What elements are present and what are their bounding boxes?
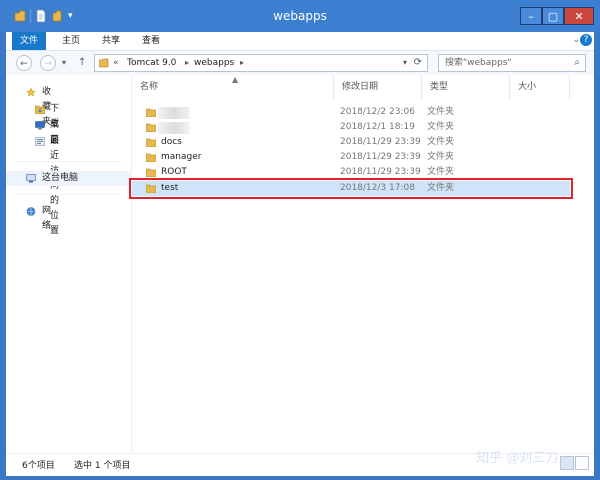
column-label-date: 修改日期 <box>342 82 379 92</box>
file-name: ROOT <box>161 167 187 177</box>
file-list: 名称 ▲ 修改日期 类型 大小 2018/12/2 23:06 文件夹 2018… <box>129 75 594 453</box>
column-label-type: 类型 <box>430 82 449 92</box>
folder-icon <box>99 58 109 68</box>
table-row[interactable]: docs 2018/11/29 23:39 文件夹 <box>132 135 570 150</box>
explorer-window: ▾ webapps – ▢ ✕ 文件 主页 共享 查看 ⌄ ? ← → ▾ ↑ … <box>0 0 600 480</box>
search-icon[interactable]: ⌕ <box>574 56 580 70</box>
folder-icon <box>146 168 156 177</box>
window-title: webapps <box>273 9 327 23</box>
column-label-name: 名称 <box>140 82 159 92</box>
file-type: 文件夹 <box>427 137 455 147</box>
column-label-size: 大小 <box>518 82 537 92</box>
table-row[interactable]: manager 2018/11/29 23:39 文件夹 <box>132 150 570 165</box>
chevron-down-icon[interactable]: ⌄ <box>572 35 580 45</box>
table-row[interactable]: 2018/12/2 23:06 文件夹 <box>132 105 570 120</box>
address-bar[interactable]: « Tomcat 9.0 ▸ webapps ▸ ▾ ⟳ <box>94 54 428 72</box>
recent-locations-icon[interactable]: ▾ <box>62 55 74 71</box>
file-date: 2018/12/3 17:08 <box>340 183 415 193</box>
refresh-icon[interactable]: ⟳ <box>414 56 422 70</box>
up-arrow-icon[interactable]: ↑ <box>78 55 90 71</box>
network-icon <box>26 207 36 216</box>
details-view-icon[interactable] <box>560 456 574 470</box>
recent-places-icon <box>35 137 45 146</box>
file-date: 2018/11/29 23:39 <box>340 137 421 147</box>
ribbon-tabs: 文件 主页 共享 查看 ⌄ ? <box>6 32 594 51</box>
file-date: 2018/11/29 23:39 <box>340 167 421 177</box>
chevron-right-icon[interactable]: ▸ <box>185 57 189 69</box>
maximize-icon[interactable]: ▢ <box>542 7 564 25</box>
file-date: 2018/12/2 23:06 <box>340 107 415 117</box>
folder-icon <box>146 138 156 147</box>
close-icon[interactable]: ✕ <box>564 7 594 25</box>
table-row-selected[interactable]: test 2018/12/3 17:08 文件夹 <box>129 178 573 199</box>
tab-view[interactable]: 查看 <box>142 32 160 50</box>
large-icons-view-icon[interactable] <box>575 456 589 470</box>
column-header-size[interactable]: 大小 <box>510 75 570 99</box>
folder-icon <box>146 184 156 193</box>
column-header-date[interactable]: 修改日期 <box>334 75 422 99</box>
navigation-bar: ← → ▾ ↑ « Tomcat 9.0 ▸ webapps ▸ ▾ ⟳ 搜索"… <box>6 51 594 76</box>
column-header-type[interactable]: 类型 <box>422 75 510 99</box>
file-type: 文件夹 <box>427 107 455 117</box>
title-bar: ▾ webapps – ▢ ✕ <box>0 0 600 32</box>
file-type: 文件夹 <box>427 122 455 132</box>
sort-ascending-icon: ▲ <box>232 75 239 84</box>
breadcrumb-tomcat[interactable]: Tomcat 9.0 <box>127 57 176 69</box>
redacted-name <box>158 122 190 134</box>
content-area: 收藏夹 下载 桌面 最近访问的位置 这台电脑 网络 <box>6 75 594 453</box>
search-input[interactable]: 搜索"webapps" ⌕ <box>438 54 586 72</box>
file-type: 文件夹 <box>427 167 455 177</box>
nav-label-network: 网络 <box>42 206 52 231</box>
tab-share[interactable]: 共享 <box>102 32 120 50</box>
file-name: docs <box>161 137 182 147</box>
item-count: 6个项目 <box>22 461 55 471</box>
nav-label-this-pc: 这台电脑 <box>42 173 79 183</box>
address-prefix: « <box>113 58 119 68</box>
folder-icon <box>146 108 156 117</box>
file-name: manager <box>161 152 202 162</box>
file-name: test <box>161 183 179 193</box>
tab-home[interactable]: 主页 <box>62 32 80 50</box>
nav-divider <box>16 194 122 195</box>
selected-count: 选中 1 个项目 <box>74 461 131 471</box>
nav-this-pc[interactable]: 这台电脑 <box>6 171 132 186</box>
minimize-icon[interactable]: – <box>520 7 542 25</box>
star-icon <box>26 88 36 97</box>
forward-arrow-icon[interactable]: → <box>40 55 56 71</box>
nav-divider <box>16 161 122 162</box>
search-placeholder: 搜索"webapps" <box>445 58 512 68</box>
chevron-right-icon[interactable]: ▸ <box>240 57 244 69</box>
table-row[interactable]: ROOT 2018/11/29 23:39 文件夹 <box>132 165 570 180</box>
file-date: 2018/12/1 18:19 <box>340 122 415 132</box>
nav-label-recent-places: 最近访问的位置 <box>50 136 60 236</box>
computer-icon <box>26 174 36 183</box>
navigation-pane: 收藏夹 下载 桌面 最近访问的位置 这台电脑 网络 <box>6 75 132 453</box>
table-row[interactable]: 2018/12/1 18:19 文件夹 <box>132 120 570 135</box>
back-arrow-icon[interactable]: ← <box>16 55 32 71</box>
watermark: 知乎 @刘三刀 <box>476 451 559 466</box>
breadcrumb-webapps[interactable]: webapps <box>194 57 234 69</box>
file-type: 文件夹 <box>427 152 455 162</box>
chevron-down-icon[interactable]: ▾ <box>403 57 407 69</box>
file-type: 文件夹 <box>427 183 455 193</box>
column-header-name[interactable]: 名称 ▲ <box>132 75 334 99</box>
desktop-icon <box>35 121 45 130</box>
folder-icon <box>146 123 156 132</box>
redacted-name <box>158 107 190 119</box>
folder-icon <box>146 153 156 162</box>
file-date: 2018/11/29 23:39 <box>340 152 421 162</box>
tab-file[interactable]: 文件 <box>12 32 46 50</box>
download-icon <box>35 105 45 114</box>
help-icon[interactable]: ? <box>580 34 592 46</box>
